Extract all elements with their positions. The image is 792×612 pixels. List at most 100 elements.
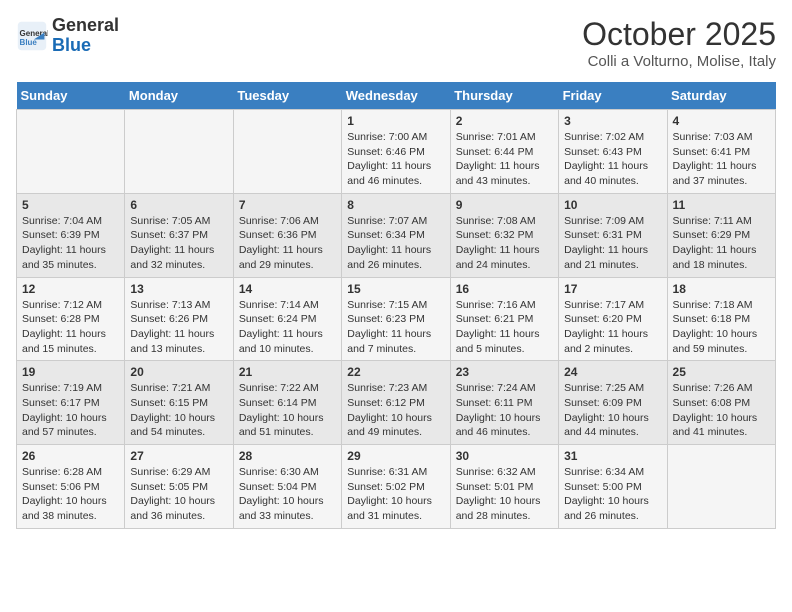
day-number: 9 bbox=[456, 198, 553, 212]
calendar-cell: 31Sunrise: 6:34 AM Sunset: 5:00 PM Dayli… bbox=[559, 445, 667, 529]
day-info: Sunrise: 7:02 AM Sunset: 6:43 PM Dayligh… bbox=[564, 130, 661, 189]
day-info: Sunrise: 7:23 AM Sunset: 6:12 PM Dayligh… bbox=[347, 381, 444, 440]
calendar-cell: 25 Sunrise: 7:26 AM Sunset: 6:08 PM Dayli… bbox=[667, 361, 775, 445]
page-header: General Blue General Blue October 2025 C… bbox=[16, 16, 776, 70]
day-number: 27 bbox=[130, 449, 227, 463]
weekday-header-saturday: Saturday bbox=[667, 82, 775, 110]
logo: General Blue General Blue bbox=[16, 16, 119, 56]
day-info: Sunrise: 7:15 AM Sunset: 6:23 PM Dayligh… bbox=[347, 298, 444, 357]
svg-text:Blue: Blue bbox=[20, 38, 38, 47]
day-number: 10 bbox=[564, 198, 661, 212]
day-number: 30 bbox=[456, 449, 553, 463]
day-info: Sunrise: 7:16 AM Sunset: 6:21 PM Dayligh… bbox=[456, 298, 553, 357]
calendar-cell: 20 Sunrise: 7:21 AM Sunset: 6:15 PM Dayli… bbox=[125, 361, 233, 445]
calendar-cell: 18Sunrise: 7:18 AM Sunset: 6:18 PM Dayli… bbox=[667, 277, 775, 361]
day-info: Sunrise: 7:24 AM Sunset: 6:11 PM Dayligh… bbox=[456, 381, 553, 440]
weekday-header-friday: Friday bbox=[559, 82, 667, 110]
day-info: Sunrise: 7:00 AM Sunset: 6:46 PM Dayligh… bbox=[347, 130, 444, 189]
day-info: Sunrise: 7:12 AM Sunset: 6:28 PM Dayligh… bbox=[22, 298, 119, 357]
calendar-cell: 22 Sunrise: 7:23 AM Sunset: 6:12 PM Dayli… bbox=[342, 361, 450, 445]
calendar-cell: 9 Sunrise: 7:08 AM Sunset: 6:32 PM Daylig… bbox=[450, 193, 558, 277]
weekday-header-thursday: Thursday bbox=[450, 82, 558, 110]
calendar-cell: 10 Sunrise: 7:09 AM Sunset: 6:31 PM Dayli… bbox=[559, 193, 667, 277]
day-number: 5 bbox=[22, 198, 119, 212]
day-info: Sunrise: 6:32 AM Sunset: 5:01 PM Dayligh… bbox=[456, 465, 553, 524]
month-title: October 2025 bbox=[582, 16, 776, 53]
calendar-cell: 6 Sunrise: 7:05 AM Sunset: 6:37 PM Daylig… bbox=[125, 193, 233, 277]
day-info: Sunrise: 7:21 AM Sunset: 6:15 PM Dayligh… bbox=[130, 381, 227, 440]
day-number: 7 bbox=[239, 198, 336, 212]
day-number: 14 bbox=[239, 282, 336, 296]
weekday-header-wednesday: Wednesday bbox=[342, 82, 450, 110]
calendar-cell: 26Sunrise: 6:28 AM Sunset: 5:06 PM Dayli… bbox=[17, 445, 125, 529]
calendar-cell: 13Sunrise: 7:13 AM Sunset: 6:26 PM Dayli… bbox=[125, 277, 233, 361]
calendar-week-row: 19 Sunrise: 7:19 AM Sunset: 6:17 PM Dayli… bbox=[17, 361, 776, 445]
calendar-cell: 23 Sunrise: 7:24 AM Sunset: 6:11 PM Dayli… bbox=[450, 361, 558, 445]
day-info: Sunrise: 7:22 AM Sunset: 6:14 PM Dayligh… bbox=[239, 381, 336, 440]
day-info: Sunrise: 7:01 AM Sunset: 6:44 PM Dayligh… bbox=[456, 130, 553, 189]
calendar-cell: 19 Sunrise: 7:19 AM Sunset: 6:17 PM Dayli… bbox=[17, 361, 125, 445]
calendar-header-row: SundayMondayTuesdayWednesdayThursdayFrid… bbox=[17, 82, 776, 110]
calendar-cell: 2 Sunrise: 7:01 AM Sunset: 6:44 PM Daylig… bbox=[450, 110, 558, 194]
day-number: 21 bbox=[239, 365, 336, 379]
calendar-week-row: 26Sunrise: 6:28 AM Sunset: 5:06 PM Dayli… bbox=[17, 445, 776, 529]
day-number: 29 bbox=[347, 449, 444, 463]
day-info: Sunrise: 7:07 AM Sunset: 6:34 PM Dayligh… bbox=[347, 214, 444, 273]
location-subtitle: Colli a Volturno, Molise, Italy bbox=[582, 53, 776, 70]
calendar-cell: 5 Sunrise: 7:04 AM Sunset: 6:39 PM Daylig… bbox=[17, 193, 125, 277]
title-block: October 2025 Colli a Volturno, Molise, I… bbox=[582, 16, 776, 70]
day-number: 20 bbox=[130, 365, 227, 379]
calendar-cell: 14 Sunrise: 7:14 AM Sunset: 6:24 PM Dayli… bbox=[233, 277, 341, 361]
day-info: Sunrise: 6:31 AM Sunset: 5:02 PM Dayligh… bbox=[347, 465, 444, 524]
day-number: 2 bbox=[456, 114, 553, 128]
day-info: Sunrise: 7:19 AM Sunset: 6:17 PM Dayligh… bbox=[22, 381, 119, 440]
day-info: Sunrise: 7:26 AM Sunset: 6:08 PM Dayligh… bbox=[673, 381, 770, 440]
calendar-cell: 7Sunrise: 7:06 AM Sunset: 6:36 PM Daylig… bbox=[233, 193, 341, 277]
day-number: 15 bbox=[347, 282, 444, 296]
day-number: 1 bbox=[347, 114, 444, 128]
day-number: 22 bbox=[347, 365, 444, 379]
calendar-cell bbox=[17, 110, 125, 194]
logo-icon: General Blue bbox=[16, 20, 48, 52]
day-info: Sunrise: 7:14 AM Sunset: 6:24 PM Dayligh… bbox=[239, 298, 336, 357]
calendar-week-row: 5 Sunrise: 7:04 AM Sunset: 6:39 PM Daylig… bbox=[17, 193, 776, 277]
day-info: Sunrise: 6:34 AM Sunset: 5:00 PM Dayligh… bbox=[564, 465, 661, 524]
day-info: Sunrise: 6:29 AM Sunset: 5:05 PM Dayligh… bbox=[130, 465, 227, 524]
calendar-cell: 3Sunrise: 7:02 AM Sunset: 6:43 PM Daylig… bbox=[559, 110, 667, 194]
calendar-cell bbox=[233, 110, 341, 194]
day-info: Sunrise: 7:08 AM Sunset: 6:32 PM Dayligh… bbox=[456, 214, 553, 273]
logo-general-text: General bbox=[52, 15, 119, 35]
day-number: 16 bbox=[456, 282, 553, 296]
calendar-cell: 15 Sunrise: 7:15 AM Sunset: 6:23 PM Dayli… bbox=[342, 277, 450, 361]
calendar-cell: 29 Sunrise: 6:31 AM Sunset: 5:02 PM Dayli… bbox=[342, 445, 450, 529]
weekday-header-monday: Monday bbox=[125, 82, 233, 110]
day-info: Sunrise: 6:30 AM Sunset: 5:04 PM Dayligh… bbox=[239, 465, 336, 524]
day-number: 23 bbox=[456, 365, 553, 379]
day-number: 6 bbox=[130, 198, 227, 212]
day-number: 4 bbox=[673, 114, 770, 128]
day-number: 11 bbox=[673, 198, 770, 212]
day-info: Sunrise: 7:13 AM Sunset: 6:26 PM Dayligh… bbox=[130, 298, 227, 357]
weekday-header-sunday: Sunday bbox=[17, 82, 125, 110]
day-info: Sunrise: 7:18 AM Sunset: 6:18 PM Dayligh… bbox=[673, 298, 770, 357]
calendar-cell: 24Sunrise: 7:25 AM Sunset: 6:09 PM Dayli… bbox=[559, 361, 667, 445]
calendar-cell: 16 Sunrise: 7:16 AM Sunset: 6:21 PM Dayli… bbox=[450, 277, 558, 361]
calendar-cell: 4 Sunrise: 7:03 AM Sunset: 6:41 PM Daylig… bbox=[667, 110, 775, 194]
calendar-cell: 30 Sunrise: 6:32 AM Sunset: 5:01 PM Dayli… bbox=[450, 445, 558, 529]
calendar-week-row: 1 Sunrise: 7:00 AM Sunset: 6:46 PM Daylig… bbox=[17, 110, 776, 194]
day-info: Sunrise: 7:09 AM Sunset: 6:31 PM Dayligh… bbox=[564, 214, 661, 273]
calendar-cell: 1 Sunrise: 7:00 AM Sunset: 6:46 PM Daylig… bbox=[342, 110, 450, 194]
logo-blue-text: Blue bbox=[52, 35, 91, 55]
day-number: 12 bbox=[22, 282, 119, 296]
calendar-cell: 12 Sunrise: 7:12 AM Sunset: 6:28 PM Dayli… bbox=[17, 277, 125, 361]
calendar-cell: 21 Sunrise: 7:22 AM Sunset: 6:14 PM Dayli… bbox=[233, 361, 341, 445]
calendar-cell bbox=[125, 110, 233, 194]
day-info: Sunrise: 7:04 AM Sunset: 6:39 PM Dayligh… bbox=[22, 214, 119, 273]
day-info: Sunrise: 6:28 AM Sunset: 5:06 PM Dayligh… bbox=[22, 465, 119, 524]
day-info: Sunrise: 7:05 AM Sunset: 6:37 PM Dayligh… bbox=[130, 214, 227, 273]
day-info: Sunrise: 7:03 AM Sunset: 6:41 PM Dayligh… bbox=[673, 130, 770, 189]
calendar-cell: 27 Sunrise: 6:29 AM Sunset: 5:05 PM Dayli… bbox=[125, 445, 233, 529]
day-number: 19 bbox=[22, 365, 119, 379]
day-number: 17 bbox=[564, 282, 661, 296]
day-number: 25 bbox=[673, 365, 770, 379]
